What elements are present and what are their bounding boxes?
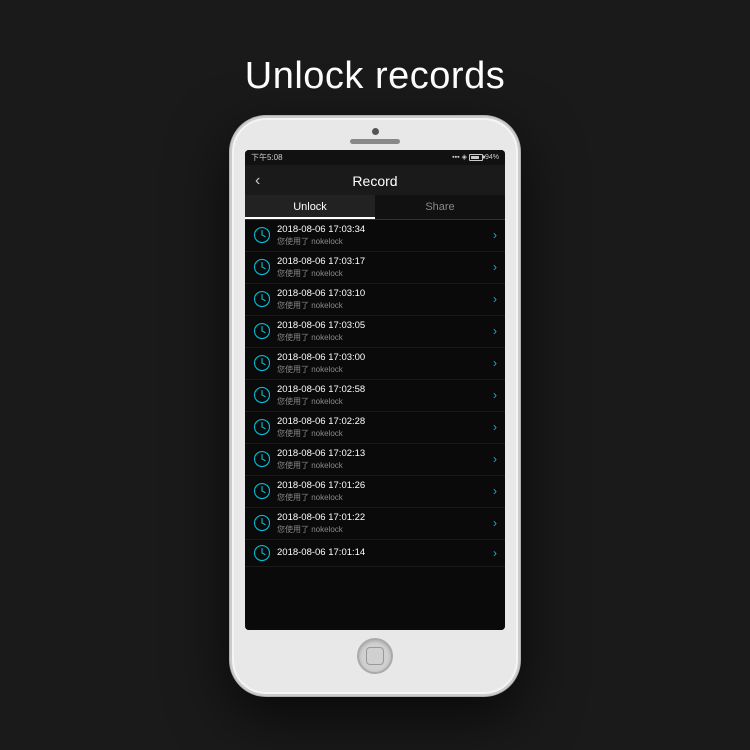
- record-item-9[interactable]: 2018-08-06 17:01:22您使用了 nokelock ›: [245, 508, 505, 540]
- record-desc: 您使用了 nokelock: [277, 364, 489, 375]
- record-item-4[interactable]: 2018-08-06 17:03:00您使用了 nokelock ›: [245, 348, 505, 380]
- record-time: 2018-08-06 17:01:14: [277, 547, 489, 558]
- record-time: 2018-08-06 17:02:13: [277, 448, 489, 459]
- clock-icon: [253, 354, 271, 372]
- record-item-8[interactable]: 2018-08-06 17:01:26您使用了 nokelock ›: [245, 476, 505, 508]
- record-desc: 您使用了 nokelock: [277, 524, 489, 535]
- tab-share[interactable]: Share: [375, 195, 505, 219]
- chevron-right-icon: ›: [493, 356, 497, 370]
- record-item-7[interactable]: 2018-08-06 17:02:13您使用了 nokelock ›: [245, 444, 505, 476]
- phone-top: [232, 118, 518, 144]
- record-time: 2018-08-06 17:03:05: [277, 320, 489, 331]
- record-item-2[interactable]: 2018-08-06 17:03:10您使用了 nokelock ›: [245, 284, 505, 316]
- clock-icon: [253, 258, 271, 276]
- clock-icon: [253, 450, 271, 468]
- tab-unlock[interactable]: Unlock: [245, 195, 375, 219]
- back-button[interactable]: ‹: [255, 172, 260, 190]
- record-info: 2018-08-06 17:01:14: [277, 547, 489, 558]
- status-time: 下午5:08: [251, 152, 283, 163]
- record-item-0[interactable]: 2018-08-06 17:03:34您使用了 nokelock ›: [245, 220, 505, 252]
- phone-frame: 下午5:08 ▪▪▪ ◈ 94% ‹ Record Unlock Share 2…: [230, 116, 520, 696]
- battery-percent: 94%: [485, 154, 499, 161]
- clock-icon: [253, 514, 271, 532]
- chevron-right-icon: ›: [493, 260, 497, 274]
- phone-speaker: [350, 139, 400, 144]
- clock-icon: [253, 482, 271, 500]
- record-time: 2018-08-06 17:03:17: [277, 256, 489, 267]
- home-button-inner: [366, 647, 384, 665]
- signal-icon: ▪▪▪: [452, 154, 459, 161]
- clock-icon: [253, 322, 271, 340]
- chevron-right-icon: ›: [493, 388, 497, 402]
- clock-icon: [253, 226, 271, 244]
- chevron-right-icon: ›: [493, 484, 497, 498]
- status-bar: 下午5:08 ▪▪▪ ◈ 94%: [245, 150, 505, 165]
- clock-icon: [253, 290, 271, 308]
- record-desc: 您使用了 nokelock: [277, 268, 489, 279]
- record-desc: 您使用了 nokelock: [277, 332, 489, 343]
- record-item-3[interactable]: 2018-08-06 17:03:05您使用了 nokelock ›: [245, 316, 505, 348]
- record-time: 2018-08-06 17:01:22: [277, 512, 489, 523]
- tab-bar: Unlock Share: [245, 195, 505, 220]
- record-desc: 您使用了 nokelock: [277, 492, 489, 503]
- record-time: 2018-08-06 17:03:00: [277, 352, 489, 363]
- status-icons: ▪▪▪ ◈ 94%: [452, 153, 499, 161]
- record-desc: 您使用了 nokelock: [277, 396, 489, 407]
- battery-icon: [469, 154, 483, 161]
- chevron-right-icon: ›: [493, 292, 497, 306]
- record-desc: 您使用了 nokelock: [277, 460, 489, 471]
- record-item-1[interactable]: 2018-08-06 17:03:17您使用了 nokelock ›: [245, 252, 505, 284]
- record-item-6[interactable]: 2018-08-06 17:02:28您使用了 nokelock ›: [245, 412, 505, 444]
- chevron-right-icon: ›: [493, 420, 497, 434]
- record-time: 2018-08-06 17:03:10: [277, 288, 489, 299]
- record-info: 2018-08-06 17:03:10您使用了 nokelock: [277, 288, 489, 311]
- record-info: 2018-08-06 17:02:58您使用了 nokelock: [277, 384, 489, 407]
- record-list: 2018-08-06 17:03:34您使用了 nokelock›2018-08…: [245, 220, 505, 630]
- chevron-right-icon: ›: [493, 546, 497, 560]
- record-desc: 您使用了 nokelock: [277, 300, 489, 311]
- record-desc: 您使用了 nokelock: [277, 236, 489, 247]
- record-info: 2018-08-06 17:01:26您使用了 nokelock: [277, 480, 489, 503]
- record-time: 2018-08-06 17:02:28: [277, 416, 489, 427]
- record-item-5[interactable]: 2018-08-06 17:02:58您使用了 nokelock ›: [245, 380, 505, 412]
- wifi-icon: ◈: [462, 153, 467, 161]
- clock-icon: [253, 386, 271, 404]
- record-item-10[interactable]: 2018-08-06 17:01:14 ›: [245, 540, 505, 567]
- chevron-right-icon: ›: [493, 228, 497, 242]
- chevron-right-icon: ›: [493, 452, 497, 466]
- home-button[interactable]: [357, 638, 393, 674]
- record-info: 2018-08-06 17:03:34您使用了 nokelock: [277, 224, 489, 247]
- record-info: 2018-08-06 17:03:17您使用了 nokelock: [277, 256, 489, 279]
- record-time: 2018-08-06 17:01:26: [277, 480, 489, 491]
- clock-icon: [253, 418, 271, 436]
- app-header: ‹ Record: [245, 165, 505, 195]
- record-info: 2018-08-06 17:01:22您使用了 nokelock: [277, 512, 489, 535]
- clock-icon: [253, 544, 271, 562]
- record-info: 2018-08-06 17:02:28您使用了 nokelock: [277, 416, 489, 439]
- record-info: 2018-08-06 17:03:05您使用了 nokelock: [277, 320, 489, 343]
- front-camera: [372, 128, 379, 135]
- page-title: Unlock records: [245, 55, 505, 98]
- record-info: 2018-08-06 17:03:00您使用了 nokelock: [277, 352, 489, 375]
- record-desc: 您使用了 nokelock: [277, 428, 489, 439]
- chevron-right-icon: ›: [493, 516, 497, 530]
- record-time: 2018-08-06 17:02:58: [277, 384, 489, 395]
- record-time: 2018-08-06 17:03:34: [277, 224, 489, 235]
- header-title: Record: [352, 173, 397, 189]
- phone-screen: 下午5:08 ▪▪▪ ◈ 94% ‹ Record Unlock Share 2…: [245, 150, 505, 630]
- phone-bottom: [232, 630, 518, 682]
- record-info: 2018-08-06 17:02:13您使用了 nokelock: [277, 448, 489, 471]
- chevron-right-icon: ›: [493, 324, 497, 338]
